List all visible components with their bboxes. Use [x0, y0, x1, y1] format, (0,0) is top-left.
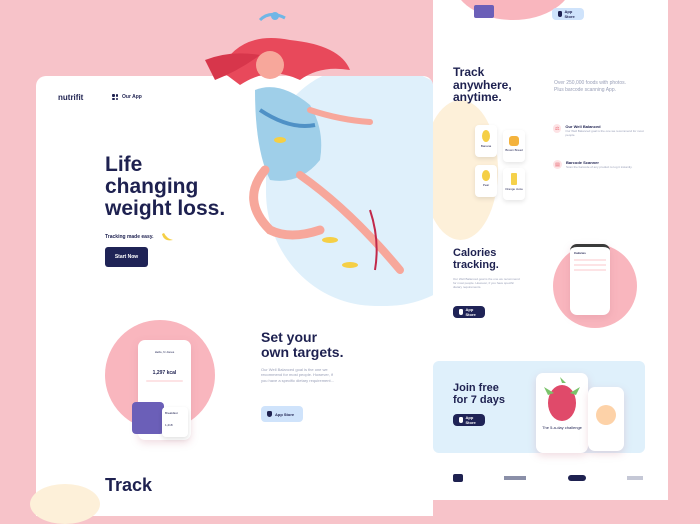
our-app-label: Our App	[122, 94, 142, 100]
bread-icon	[509, 136, 519, 146]
feature-balanced-desc: Our Well Balanced goal is the one we rec…	[565, 129, 644, 138]
calories-title-line-2: tracking.	[453, 258, 499, 271]
join-title-line-2: for 7 days	[453, 393, 505, 406]
apple-icon-join	[459, 417, 463, 423]
start-now-button[interactable]: Start Now	[105, 247, 148, 267]
calories-phone-mockup: Calories	[570, 244, 610, 315]
bottom-cream-blob	[30, 484, 100, 524]
calories-title-line-1: Calories	[453, 247, 497, 259]
join-title-line-1: Join free	[453, 382, 499, 394]
calories-description: Our Well Balanced goal is the one we rec…	[453, 277, 520, 290]
join-phone-secondary	[588, 387, 624, 451]
apple-icon-top	[558, 11, 562, 17]
banana-icon	[161, 233, 173, 241]
dragonfruit-illustration	[544, 377, 580, 421]
food-bowl-icon	[596, 405, 616, 425]
food-card-banana: Banana	[475, 125, 497, 157]
app-store-label: App Store	[275, 411, 295, 417]
food-label-banana: Banana	[480, 144, 492, 148]
track-description: Over 250,000 foods with photos. Plus bar…	[554, 80, 626, 93]
food-label-bread: Brown Bread	[505, 148, 523, 152]
pear-icon	[482, 170, 490, 181]
phone-greeting: Hello, N Jones	[154, 350, 175, 354]
calories-bar-1	[574, 259, 606, 261]
feature-balanced: ⚖ Our Well Balanced Our Well Balanced go…	[553, 124, 648, 137]
feature-barcode: ▤ Barcode Scanner Scan the barcode of an…	[553, 160, 648, 169]
juice-icon	[511, 173, 517, 185]
top-app-store-button[interactable]: App Store	[552, 8, 584, 20]
phone-progress	[146, 380, 183, 382]
apple-icon	[267, 411, 272, 417]
our-app-link[interactable]: Our App	[112, 94, 142, 100]
join-app-store-button[interactable]: App Store	[453, 414, 485, 426]
phone-card-value: 1,218	[165, 423, 173, 427]
join-app-store-label: App Store	[465, 415, 476, 425]
join-card-caption: The 5-a-day challenge	[542, 425, 582, 430]
calories-phone-header: Calories	[574, 251, 586, 255]
partner-logo-2	[504, 476, 527, 480]
barcode-icon: ▤	[553, 160, 562, 169]
hero-subtitle: Tracking made easy.	[105, 231, 174, 243]
feature-barcode-desc: Scan the barcode of any product to log i…	[566, 165, 633, 169]
join-phone-mockup: The 5-a-day challenge	[536, 373, 588, 453]
track-anywhere-title: Track anywhere, anytime.	[453, 66, 512, 104]
top-purple-card	[474, 5, 494, 18]
hero-subtitle-text: Tracking made easy.	[105, 234, 154, 240]
hero-woman-illustration	[205, 12, 404, 274]
calories-title: Calories tracking.	[453, 247, 499, 271]
phone-purple-card	[132, 402, 164, 434]
food-card-pear: Pear	[475, 165, 497, 197]
landing-page-right: App Store Track anywhere, anytime. Over …	[433, 0, 668, 500]
track-title-line-1: Track	[453, 65, 485, 79]
track-section-title: Track	[105, 475, 153, 495]
targets-title-line-2: own targets.	[261, 343, 344, 360]
calories-bar-3	[574, 269, 606, 271]
logo[interactable]: nutrifit	[58, 93, 83, 102]
partner-logo-4	[626, 476, 643, 480]
calories-app-store-button[interactable]: App Store	[453, 306, 485, 318]
partner-logos	[453, 474, 643, 482]
food-label-juice: Orange Juice	[505, 187, 523, 191]
food-card-brown-bread: Brown Bread	[503, 130, 525, 162]
food-card-juice: Orange Juice	[503, 168, 525, 200]
partner-logo-1	[453, 474, 463, 482]
top-app-store-label: App Store	[564, 9, 575, 19]
food-label-pear: Pear	[482, 183, 490, 187]
targets-body: Our Well Balanced goal is the one we rec…	[261, 367, 334, 383]
phone-card-label: Breakfast	[165, 411, 178, 415]
calories-bar-2	[574, 264, 606, 266]
phone-kcal: 1,297 kcal	[152, 370, 177, 376]
targets-app-store-button[interactable]: App Store	[261, 406, 303, 422]
calories-app-store-label: App Store	[465, 307, 476, 317]
phone-breakfast-card: Breakfast 1,218	[162, 407, 188, 437]
banana-icon	[482, 130, 490, 142]
partner-logo-3	[567, 475, 586, 481]
targets-title-line-1: Set your	[261, 329, 318, 345]
track-title-line-3: anytime.	[453, 90, 502, 105]
apple-icon-calories	[459, 309, 463, 315]
scale-icon: ⚖	[553, 124, 562, 133]
join-free-title: Join free for 7 days	[453, 382, 505, 406]
grid-icon	[112, 94, 118, 100]
targets-title: Set your own targets.	[261, 330, 343, 359]
